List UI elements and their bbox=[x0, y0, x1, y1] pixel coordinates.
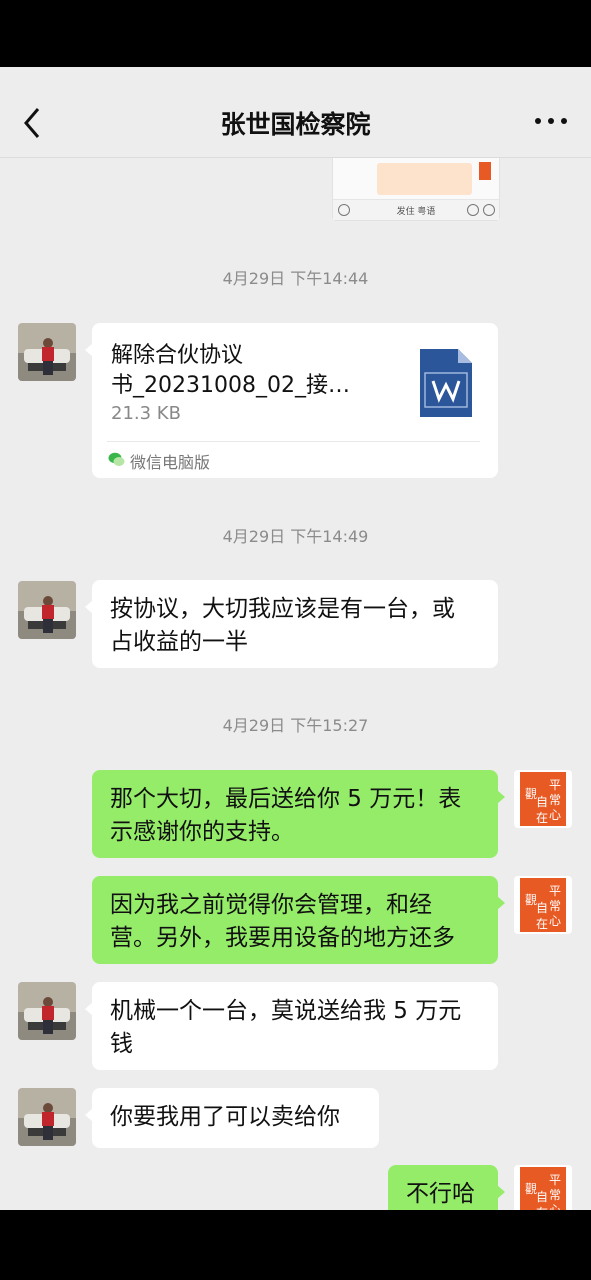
file-name-line: 书_20231008_02_接… bbox=[111, 373, 350, 398]
screenshot-image-message[interactable]: 发住 粤语 bbox=[332, 157, 500, 221]
svg-text:在: 在 bbox=[536, 917, 548, 931]
svg-text:平: 平 bbox=[549, 884, 561, 898]
wechat-logo-icon bbox=[108, 452, 125, 466]
message-timestamp: 4月29日 下午14:49 bbox=[222, 527, 369, 546]
image-thumbnail-input-bar: 发住 粤语 bbox=[333, 199, 499, 220]
contact-photo-avatar[interactable] bbox=[18, 982, 76, 1040]
message-line: 不行哈 bbox=[406, 1181, 475, 1207]
message-line: 机械一个一台，莫说送给我 5 万元 bbox=[110, 998, 462, 1024]
svg-text:常: 常 bbox=[549, 899, 561, 913]
message-timestamp: 4月29日 下午15:27 bbox=[222, 716, 369, 735]
message-line: 占收益的一半 bbox=[110, 629, 248, 655]
message-line: 那个大切，最后送给你 5 万元！表 bbox=[110, 786, 462, 812]
svg-text:平: 平 bbox=[549, 778, 561, 792]
chat-header: 张世国检察院 bbox=[0, 67, 591, 158]
more-dots-icon[interactable] bbox=[533, 113, 569, 129]
message-line: 钱 bbox=[110, 1031, 133, 1057]
contact-photo-avatar[interactable] bbox=[18, 581, 76, 639]
file-source-label: 微信电脑版 bbox=[130, 453, 211, 472]
file-name-line: 解除合伙协议 bbox=[111, 343, 244, 368]
plus-icon bbox=[483, 204, 495, 216]
system-navigation-bar bbox=[0, 1210, 591, 1280]
text-message[interactable]: 那个大切，最后送给你 5 万元！表 示感谢你的支持。 bbox=[92, 770, 505, 858]
file-name: 解除合伙协议 书_20231008_02_接… bbox=[111, 341, 381, 401]
svg-text:心: 心 bbox=[549, 808, 561, 822]
message-line: 因为我之前觉得你会管理，和经 bbox=[110, 892, 432, 918]
contact-photo-avatar[interactable] bbox=[18, 1088, 76, 1146]
text-message[interactable]: 因为我之前觉得你会管理，和经 营。另外，我要用设备的地方还多 bbox=[92, 876, 505, 964]
svg-text:心: 心 bbox=[549, 914, 561, 928]
image-thumbnail-block bbox=[377, 163, 472, 195]
chat-title: 张世国检察院 bbox=[220, 110, 371, 139]
file-message[interactable]: 解除合伙协议 书_20231008_02_接… 21.3 KB 微信电脑版 bbox=[85, 323, 498, 478]
text-message[interactable]: 机械一个一台，莫说送给我 5 万元 钱 bbox=[85, 982, 498, 1070]
svg-text:在: 在 bbox=[536, 811, 548, 825]
svg-text:自: 自 bbox=[536, 901, 548, 915]
message-line: 按协议，大切我应该是有一台，或 bbox=[110, 596, 455, 622]
svg-text:自: 自 bbox=[536, 1190, 548, 1204]
svg-text:心: 心 bbox=[549, 1203, 561, 1210]
chat-screen: 张世国检察院 发住 粤语 4月29日 下午14:44 解除合伙协议 书_2023… bbox=[0, 67, 591, 1210]
calligraphy-avatar[interactable]: 平 常 心 觀 自 在 bbox=[514, 1165, 572, 1210]
svg-text:常: 常 bbox=[549, 1188, 561, 1202]
message-line: 营。另外，我要用设备的地方还多 bbox=[110, 925, 455, 951]
divider bbox=[107, 441, 480, 442]
text-message[interactable]: 你要我用了可以卖给你 bbox=[85, 1088, 379, 1148]
text-message[interactable]: 按协议，大切我应该是有一台，或 占收益的一半 bbox=[85, 580, 498, 668]
image-thumbnail-avatar bbox=[479, 162, 491, 180]
calligraphy-avatar[interactable]: 平 常 心 觀 自 在 bbox=[514, 770, 572, 828]
svg-text:自: 自 bbox=[536, 795, 548, 809]
message-line: 示感谢你的支持。 bbox=[110, 819, 294, 845]
word-file-icon bbox=[420, 349, 472, 417]
contact-photo-avatar[interactable] bbox=[18, 323, 76, 381]
calligraphy-avatar[interactable]: 平 常 心 觀 自 在 bbox=[514, 876, 572, 934]
message-line: 你要我用了可以卖给你 bbox=[110, 1104, 340, 1130]
message-timestamp: 4月29日 下午14:44 bbox=[222, 269, 369, 288]
svg-text:平: 平 bbox=[549, 1173, 561, 1187]
svg-text:常: 常 bbox=[549, 793, 561, 807]
file-size: 21.3 KB bbox=[111, 403, 181, 424]
text-message[interactable]: 不行哈 bbox=[388, 1165, 505, 1210]
emoji-icon bbox=[467, 204, 479, 216]
